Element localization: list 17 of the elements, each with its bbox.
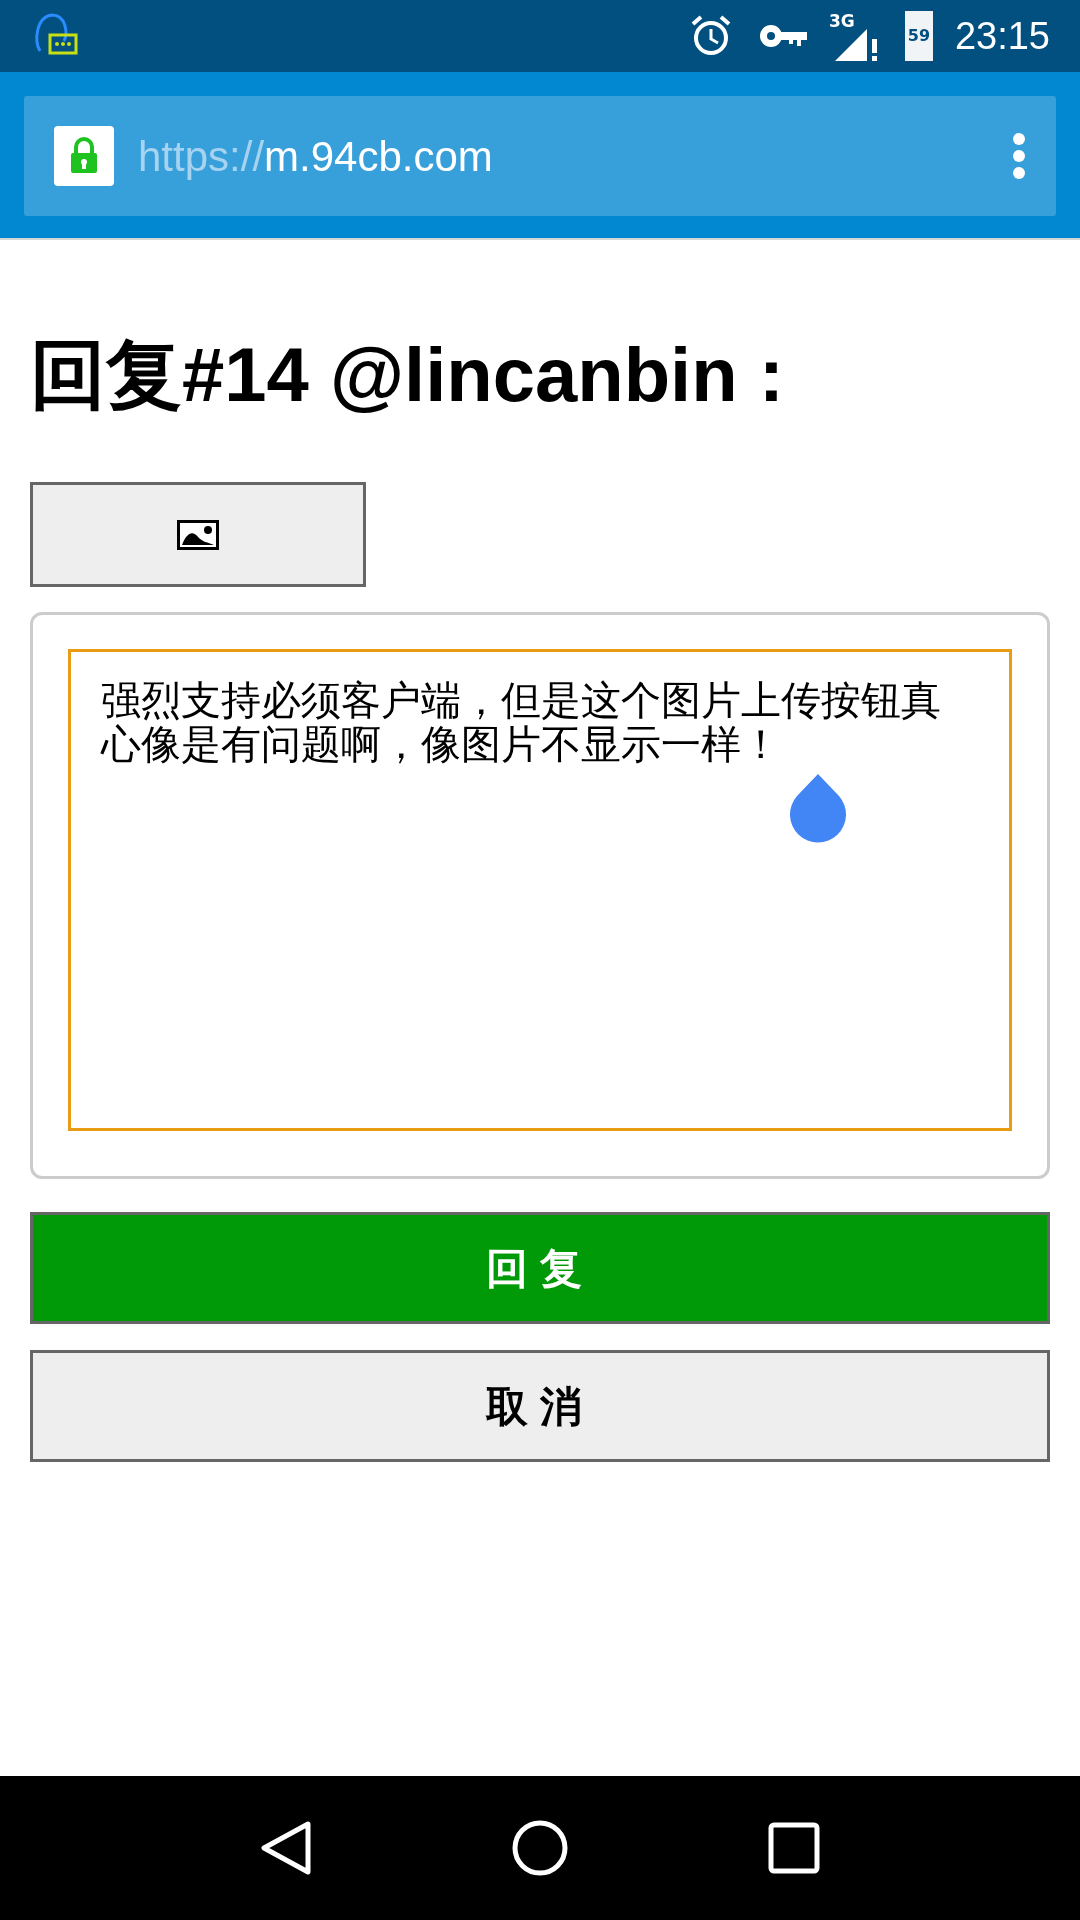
reply-text: 强烈支持必须客户端，但是这个图片上传按钮真心像是有问题啊，像图片不显示一样！ (101, 678, 942, 766)
network-type: 3G (828, 10, 855, 33)
clock: 23:15 (954, 13, 1050, 59)
reply-text-area[interactable]: 强烈支持必须客户端，但是这个图片上传按钮真心像是有问题啊，像图片不显示一样！ (68, 649, 1012, 1131)
insert-image-button[interactable] (30, 482, 366, 587)
image-icon (177, 519, 219, 550)
reply-button[interactable]: 回复 (30, 1212, 1050, 1324)
cancel-button[interactable]: 取消 (30, 1350, 1050, 1462)
lock-icon (54, 126, 114, 186)
reply-heading: 回复#14 @lincanbin : (30, 331, 786, 419)
key-icon (758, 22, 807, 50)
menu-icon[interactable] (1012, 132, 1026, 180)
page-url: https://m.94cb.com (138, 131, 493, 182)
recent-apps-icon[interactable] (768, 1822, 821, 1874)
home-icon[interactable] (511, 1819, 569, 1877)
back-icon[interactable] (259, 1820, 312, 1876)
battery-level: 59 (907, 25, 931, 47)
